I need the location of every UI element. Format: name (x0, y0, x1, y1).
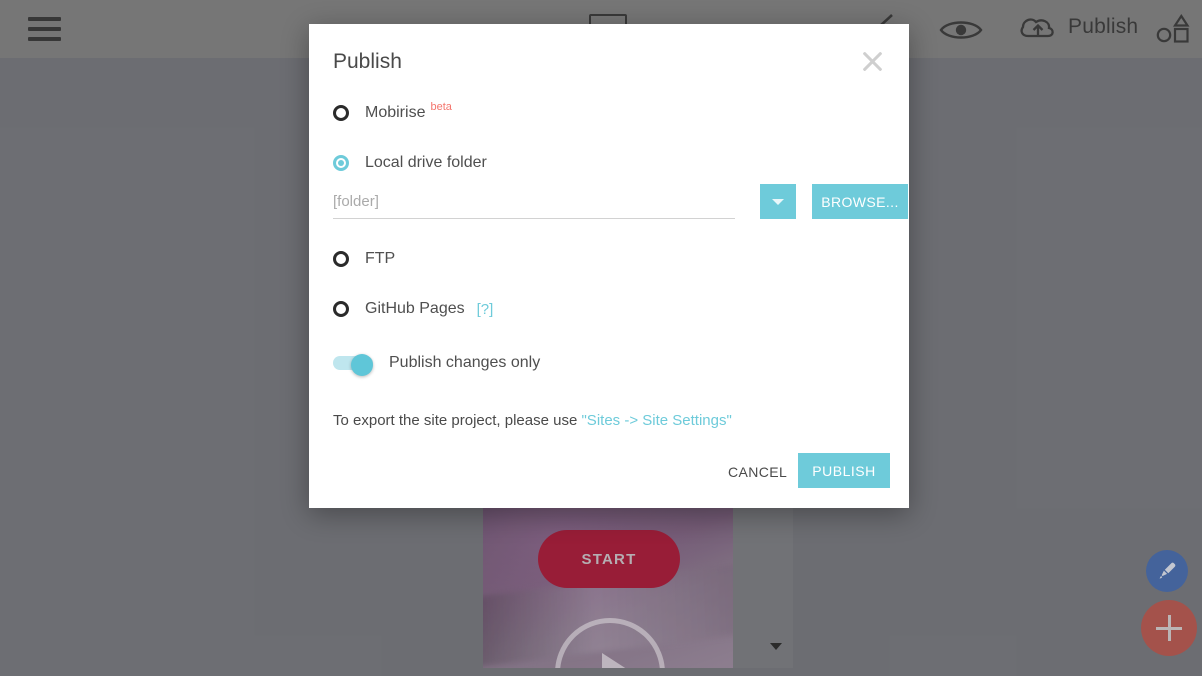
export-note-text: To export the site project, please use (333, 412, 582, 429)
option-local-drive-folder[interactable]: Local drive folder (333, 154, 487, 172)
folder-path-input[interactable] (333, 184, 735, 219)
export-note: To export the site project, please use "… (333, 412, 732, 429)
radio-mobirise[interactable] (333, 105, 349, 121)
folder-selection-row: BROWSE... (333, 184, 908, 220)
option-mobirise[interactable]: Mobirise beta (333, 101, 452, 122)
close-x-icon[interactable] (852, 41, 892, 81)
site-settings-link[interactable]: "Sites -> Site Settings" (581, 412, 731, 429)
radio-github-pages[interactable] (333, 301, 349, 317)
app-root: START Publish Publish Mobirise beta Loca… (0, 0, 1202, 676)
cancel-button[interactable]: CANCEL (716, 454, 799, 490)
option-ftp[interactable]: FTP (333, 250, 395, 268)
folder-history-dropdown-button[interactable] (760, 184, 796, 219)
publish-dialog: Publish Mobirise beta Local drive folder… (309, 24, 909, 508)
option-mobirise-label: Mobirise (365, 104, 426, 121)
dialog-title: Publish (333, 50, 402, 73)
option-local-drive-folder-label: Local drive folder (365, 154, 487, 171)
option-github-pages[interactable]: GitHub Pages [?] (333, 300, 493, 318)
radio-ftp[interactable] (333, 251, 349, 267)
radio-local-drive-folder[interactable] (333, 155, 349, 171)
beta-badge: beta (430, 101, 452, 113)
github-pages-help-link[interactable]: [?] (477, 301, 494, 318)
publish-changes-only-toggle[interactable]: Publish changes only (333, 354, 541, 376)
option-ftp-label: FTP (365, 250, 396, 267)
browse-button[interactable]: BROWSE... (812, 184, 908, 219)
publish-confirm-button[interactable]: PUBLISH (798, 453, 890, 488)
option-github-pages-label: GitHub Pages (365, 300, 465, 317)
toggle-switch[interactable] (333, 354, 373, 376)
chevron-down-icon (772, 198, 784, 205)
publish-changes-only-label: Publish changes only (389, 354, 541, 371)
toggle-knob (351, 354, 373, 376)
